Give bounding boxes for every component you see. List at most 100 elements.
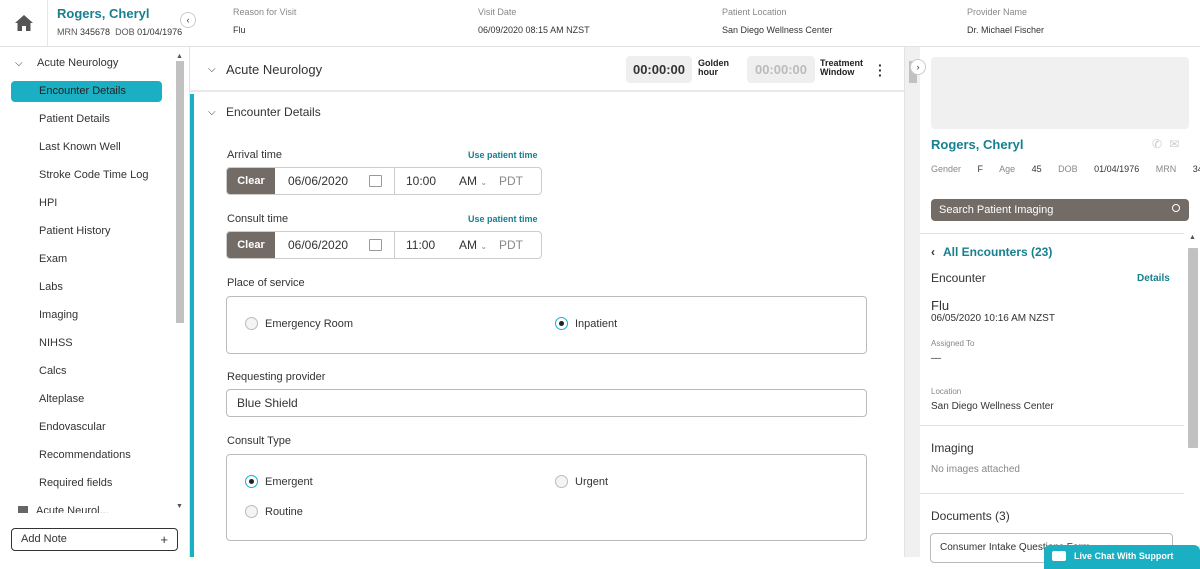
gender-label: Gender bbox=[931, 164, 962, 174]
provider-name: Provider Name Dr. Michael Fischer bbox=[967, 7, 1044, 35]
calendar-icon[interactable] bbox=[369, 239, 382, 251]
encounter-heading: Encounter bbox=[931, 271, 986, 285]
scroll-up-icon[interactable]: ▲ bbox=[1189, 234, 1196, 241]
phone-icon[interactable]: ✆ bbox=[1152, 137, 1162, 151]
collapse-sidebar-button[interactable]: ‹ bbox=[180, 12, 196, 28]
arrival-date-input[interactable]: 06/06/2020 bbox=[275, 168, 395, 194]
main-scrollbar[interactable] bbox=[904, 47, 920, 557]
consult-time-input[interactable]: 11:00 bbox=[395, 232, 451, 258]
scroll-up-icon[interactable]: ▲ bbox=[176, 53, 183, 60]
radio-emergency-room-label: Emergency Room bbox=[265, 317, 354, 330]
mrn-value: 345678 bbox=[1192, 164, 1200, 174]
provider-value: Dr. Michael Fischer bbox=[967, 25, 1045, 35]
sidebar-item-alteplase[interactable]: Alteplase bbox=[11, 389, 162, 410]
treatment-window-timer: 00:00:00 bbox=[747, 56, 815, 83]
arrival-date-value: 06/06/2020 bbox=[288, 174, 349, 188]
radio-emergent[interactable]: Emergent bbox=[245, 475, 313, 488]
sidebar-item-calcs[interactable]: Calcs bbox=[11, 361, 162, 382]
sidebar-scroll-thumb[interactable] bbox=[176, 61, 184, 323]
right-scrollbar[interactable]: ▲ bbox=[1185, 232, 1200, 557]
radio-emergent-indicator bbox=[245, 475, 258, 488]
sidebar-section-acute-neurology-partial[interactable]: Acute Neurol... bbox=[18, 505, 168, 513]
visit-date-label: Visit Date bbox=[478, 7, 517, 17]
sidebar-item-required-fields[interactable]: Required fields bbox=[11, 473, 162, 494]
consult-ampm-value: AM bbox=[459, 238, 477, 252]
live-chat-label: Live Chat With Support bbox=[1074, 551, 1174, 561]
main-title: Acute Neurology bbox=[226, 62, 323, 77]
sidebar-item-encounter-details[interactable]: Encounter Details bbox=[11, 81, 162, 102]
radio-inpatient[interactable]: Inpatient bbox=[555, 317, 617, 330]
mail-icon[interactable]: ✉ bbox=[1169, 137, 1179, 151]
radio-emergency-room-indicator bbox=[245, 317, 258, 330]
patient-summary-name: Rogers, Cheryl bbox=[931, 137, 1024, 152]
sidebar-item-last-known-well[interactable]: Last Known Well bbox=[11, 137, 162, 158]
consult-ampm-select[interactable]: AM ⌄ bbox=[451, 232, 493, 258]
arrival-use-patient-time-link[interactable]: Use patient time bbox=[468, 150, 538, 160]
arrival-time-input[interactable]: 10:00 bbox=[395, 168, 451, 194]
acute-neurology-toggle[interactable]: ⌵ Acute Neurology bbox=[208, 62, 322, 77]
consult-date-input[interactable]: 06/06/2020 bbox=[275, 232, 395, 258]
age-label: Age bbox=[999, 164, 1016, 174]
consult-date-value: 06/06/2020 bbox=[288, 238, 349, 252]
scroll-down-icon[interactable]: ▼ bbox=[176, 503, 183, 510]
sidebar-section-acute-neurology[interactable]: ⌵ Acute Neurology bbox=[15, 57, 118, 69]
sidebar-item-stroke-code-time-log[interactable]: Stroke Code Time Log bbox=[11, 165, 162, 186]
mrn-label: MRN bbox=[1155, 164, 1177, 174]
radio-urgent[interactable]: Urgent bbox=[555, 475, 608, 488]
add-note-button[interactable]: Add Note + bbox=[11, 528, 178, 551]
visit-date: Visit Date 06/09/2020 08:15 AM NZST bbox=[478, 7, 590, 35]
chevron-down-icon: ⌄ bbox=[480, 178, 488, 187]
divider bbox=[920, 233, 1184, 234]
sidebar-item-patient-details[interactable]: Patient Details bbox=[11, 109, 162, 130]
imaging-empty-text: No images attached bbox=[931, 464, 1020, 475]
radio-emergency-room[interactable]: Emergency Room bbox=[245, 317, 353, 330]
imaging-heading: Imaging bbox=[931, 441, 974, 455]
sidebar-item-exam[interactable]: Exam bbox=[11, 249, 162, 270]
sidebar-item-imaging[interactable]: Imaging bbox=[11, 305, 162, 326]
sidebar-partial-label: Acute Neurol... bbox=[36, 505, 109, 513]
requesting-provider-input[interactable]: Blue Shield bbox=[226, 389, 867, 417]
collapse-right-panel-button[interactable]: › bbox=[910, 59, 926, 75]
dob-value: 01/04/1976 bbox=[137, 27, 183, 37]
sidebar-item-patient-history[interactable]: Patient History bbox=[11, 221, 162, 242]
radio-urgent-label: Urgent bbox=[575, 475, 609, 488]
more-options-icon[interactable]: · · · bbox=[878, 58, 883, 82]
search-patient-imaging-button[interactable]: Search Patient Imaging bbox=[931, 199, 1189, 221]
sidebar-item-endovascular[interactable]: Endovascular bbox=[11, 417, 162, 438]
location-value: San Diego Wellness Center bbox=[931, 401, 1054, 412]
radio-routine[interactable]: Routine bbox=[245, 505, 303, 518]
visit-date-value: 06/09/2020 08:15 AM NZST bbox=[478, 25, 590, 35]
live-chat-button[interactable]: Live Chat With Support bbox=[1044, 545, 1200, 569]
chevron-down-icon: ⌵ bbox=[208, 64, 216, 75]
sidebar-scrollbar[interactable]: ▲ ▼ bbox=[174, 53, 186, 511]
patient-location: Patient Location San Diego Wellness Cente… bbox=[722, 7, 832, 35]
dob-label: DOB bbox=[115, 27, 135, 37]
golden-label-line2: hour bbox=[698, 67, 718, 77]
encounter-details-link[interactable]: Details bbox=[1137, 273, 1170, 284]
arrival-ampm-value: AM bbox=[459, 174, 477, 188]
chevron-down-icon: ⌵ bbox=[208, 106, 216, 118]
sidebar-item-hpi[interactable]: HPI bbox=[11, 193, 162, 214]
consult-clear-button[interactable]: Clear bbox=[227, 232, 275, 258]
all-encounters-link[interactable]: ‹ All Encounters (23) bbox=[931, 245, 1052, 259]
encounter-details-toggle[interactable]: ⌵ Encounter Details bbox=[208, 105, 321, 119]
document-icon bbox=[18, 506, 28, 513]
main-panel: ⌵ Acute Neurology 00:00:00 Golden hour 00… bbox=[190, 47, 904, 557]
location-label: Location bbox=[931, 387, 962, 396]
calendar-icon[interactable] bbox=[369, 175, 382, 187]
radio-inpatient-indicator bbox=[555, 317, 568, 330]
consult-use-patient-time-link[interactable]: Use patient time bbox=[468, 214, 538, 224]
assigned-to-value: — bbox=[931, 353, 941, 364]
sidebar-item-labs[interactable]: Labs bbox=[11, 277, 162, 298]
chevron-down-icon: ⌵ bbox=[15, 57, 23, 69]
arrival-clear-button[interactable]: Clear bbox=[227, 168, 275, 194]
sidebar-item-nihss[interactable]: NIHSS bbox=[11, 333, 162, 354]
home-button[interactable] bbox=[0, 0, 48, 46]
requesting-provider-label: Requesting provider bbox=[227, 371, 326, 383]
arrival-ampm-select[interactable]: AM ⌄ bbox=[451, 168, 493, 194]
location-label: Patient Location bbox=[722, 7, 787, 17]
treatment-label-line2: Window bbox=[820, 67, 855, 77]
sidebar-item-recommendations[interactable]: Recommendations bbox=[11, 445, 162, 466]
golden-hour-timer: 00:00:00 bbox=[626, 56, 692, 83]
right-scroll-thumb[interactable] bbox=[1188, 248, 1198, 448]
